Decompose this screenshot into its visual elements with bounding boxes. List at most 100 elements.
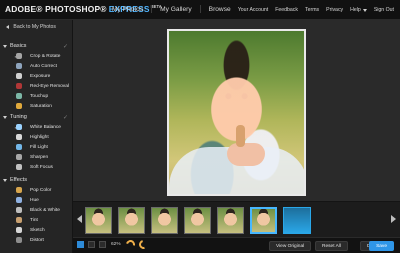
- chevron-down-icon: [362, 9, 367, 12]
- filmstrip-left-arrow[interactable]: [77, 215, 82, 223]
- auto-correct-icon: [16, 63, 22, 69]
- tool-label: White Balance: [30, 124, 61, 130]
- black-white-icon: [16, 207, 22, 213]
- tool-label: Pop Color: [30, 187, 52, 193]
- save-button[interactable]: Save: [369, 241, 394, 251]
- tool-sketch[interactable]: Sketch: [0, 225, 73, 235]
- main-nav: My Photos My Gallery Browse: [112, 5, 231, 13]
- tool-fill-light[interactable]: Fill Light: [0, 142, 73, 152]
- tool-sharpen[interactable]: Sharpen: [0, 152, 73, 162]
- zoom-level: 62%: [111, 242, 121, 247]
- tool-label: Touchup: [30, 93, 49, 99]
- exposure-icon: [16, 73, 22, 79]
- crop-icon: [16, 53, 22, 59]
- nav-my-gallery[interactable]: My Gallery: [160, 6, 192, 13]
- terms-link[interactable]: Terms: [305, 7, 319, 13]
- nav-divider: [199, 5, 201, 13]
- section-title-label: Basics: [10, 43, 27, 49]
- sharpen-icon: [16, 154, 22, 160]
- hue-icon: [16, 197, 22, 203]
- tool-soft-focus[interactable]: Soft Focus: [0, 162, 73, 172]
- fill-light-icon: [16, 144, 22, 150]
- section-tuning: Tuning ✓ ✓ White Balance Highlight Fill …: [0, 112, 73, 172]
- tool-saturation[interactable]: Saturation: [0, 101, 73, 111]
- tool-tint[interactable]: Tint: [0, 215, 73, 225]
- filmstrip-right-arrow[interactable]: [391, 215, 396, 223]
- chevron-down-icon: [3, 115, 7, 119]
- section-title[interactable]: Effects: [0, 175, 73, 185]
- section-basics: Basics ✓ ✓ Crop & Rotate Auto Correct Ex…: [0, 41, 73, 111]
- tool-red-eye-removal[interactable]: Red-Eye Removal: [0, 81, 73, 91]
- sidebar: Back to My Photos Basics ✓ ✓ Crop & Rota…: [0, 20, 73, 253]
- tool-hue[interactable]: Hue: [0, 195, 73, 205]
- section-title[interactable]: Basics ✓: [0, 41, 73, 51]
- red-eye-icon: [16, 83, 22, 89]
- back-arrow-icon: [6, 24, 9, 29]
- section-title[interactable]: Tuning ✓: [0, 112, 73, 122]
- tool-pop-color[interactable]: Pop Color: [0, 185, 73, 195]
- filmstrip-thumb[interactable]: [217, 207, 244, 234]
- tool-crop-rotate[interactable]: ✓ Crop & Rotate: [0, 51, 73, 61]
- view-original-button[interactable]: View Original: [269, 241, 312, 251]
- tool-white-balance[interactable]: ✓ White Balance: [0, 122, 73, 132]
- tool-label: Sharpen: [30, 154, 49, 160]
- tool-black-white[interactable]: Black & White: [0, 205, 73, 215]
- tool-label: Fill Light: [30, 144, 48, 150]
- section-effects: Effects Pop Color Hue Black & White Tint…: [0, 175, 73, 245]
- sign-out-link[interactable]: Sign Out: [374, 7, 394, 13]
- tool-label: Sketch: [30, 227, 45, 233]
- tool-auto-correct[interactable]: Auto Correct: [0, 61, 73, 71]
- view-controls: 62%: [77, 241, 121, 248]
- filmstrip-thumb-active[interactable]: [250, 207, 277, 234]
- tool-touchup[interactable]: Touchup: [0, 91, 73, 101]
- distort-icon: [16, 237, 22, 243]
- nav-browse[interactable]: Browse: [209, 6, 231, 13]
- zoom-in-icon[interactable]: [99, 241, 106, 248]
- actual-size-icon[interactable]: [88, 241, 95, 248]
- fit-view-icon[interactable]: [77, 241, 84, 248]
- saturation-icon: [16, 103, 22, 109]
- filmstrip-thumb[interactable]: [118, 207, 145, 234]
- checkmark-icon: ✓: [62, 43, 68, 50]
- photo-detail: [227, 143, 265, 166]
- soft-focus-icon: [16, 164, 22, 170]
- nav-my-photos[interactable]: My Photos: [112, 6, 143, 13]
- feedback-link[interactable]: Feedback: [275, 7, 298, 13]
- tool-distort[interactable]: Distort: [0, 235, 73, 245]
- filmstrip-thumb[interactable]: [184, 207, 211, 234]
- back-to-photos-link[interactable]: Back to My Photos: [6, 24, 56, 30]
- tool-label: Auto Correct: [30, 63, 57, 69]
- highlight-icon: [16, 134, 22, 140]
- tool-highlight[interactable]: Highlight: [0, 132, 73, 142]
- undo-icon[interactable]: [124, 238, 137, 251]
- pop-color-icon: [16, 187, 22, 193]
- back-label: Back to My Photos: [13, 24, 56, 30]
- filmstrip-thumb[interactable]: [85, 207, 112, 234]
- help-menu[interactable]: Help: [350, 7, 367, 13]
- tint-icon: [16, 217, 22, 223]
- privacy-link[interactable]: Privacy: [326, 7, 343, 13]
- chevron-down-icon: [3, 178, 7, 182]
- photo-preview[interactable]: [167, 29, 306, 196]
- tool-label: Distort: [30, 237, 44, 243]
- tool-label: Exposure: [30, 73, 51, 79]
- your-account-link[interactable]: Your Account: [238, 7, 268, 13]
- photo-detail: [236, 125, 245, 147]
- tool-label: Red-Eye Removal: [30, 83, 69, 89]
- filmstrip-selection-block: [283, 207, 311, 234]
- help-label: Help: [350, 7, 361, 13]
- tool-exposure[interactable]: Exposure: [0, 71, 73, 81]
- redo-icon[interactable]: [137, 238, 150, 251]
- nav-divider: [151, 5, 153, 13]
- tool-label: Highlight: [30, 134, 49, 140]
- section-title-label: Effects: [10, 177, 27, 183]
- bottom-toolbar: 62% View Original Reset All Done Save: [73, 237, 400, 253]
- reset-all-button[interactable]: Reset All: [315, 241, 348, 251]
- tool-label: Black & White: [30, 207, 60, 213]
- sketch-icon: [16, 227, 22, 233]
- chevron-down-icon: [3, 44, 7, 48]
- tool-label: Soft Focus: [30, 164, 53, 170]
- checkmark-icon: ✓: [62, 114, 68, 121]
- brand-name: ADOBE® PHOTOSHOP®: [5, 4, 107, 14]
- filmstrip-thumb[interactable]: [151, 207, 178, 234]
